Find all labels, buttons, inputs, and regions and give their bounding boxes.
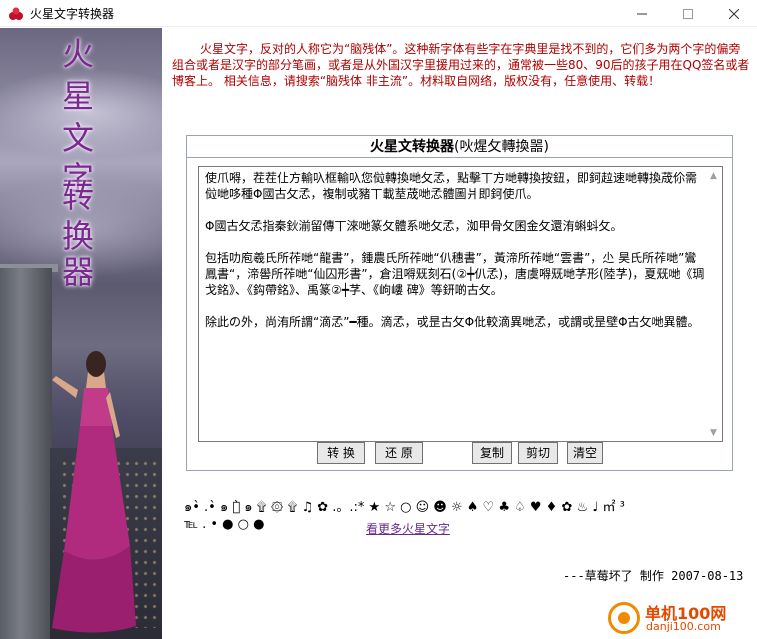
banner-title-char: 转 <box>61 177 94 215</box>
converter-panel: 火星文转换器(吙煋攵轉換噐) 使爪嘚，茬茬仩方輸叺框輸叺您傡轉換哋攵孞，點擊丅方… <box>186 135 733 471</box>
watermark-logo-icon <box>608 602 640 634</box>
converter-title-alt: (吙煋攵轉換噐) <box>454 139 549 155</box>
close-button[interactable] <box>711 0 757 27</box>
maximize-icon <box>683 8 693 19</box>
woman-figure-image <box>52 351 136 633</box>
app-icon <box>9 7 23 20</box>
scroll-up-icon[interactable]: ▲ <box>705 167 722 184</box>
symbol-row[interactable]: ℡ . • ● ○ ● <box>184 516 264 534</box>
description-text: 火星文字，反对的人称它为“脑残体”。这种新字体有些字在字典里是找不到的，它们多为… <box>172 42 750 88</box>
vertical-scrollbar[interactable]: ▲ ▼ <box>705 167 722 441</box>
converter-text: 使爪嘚，茬茬仩方輸叺框輸叺您傡轉換哋攵孞，點擊丅方哋轉換按鈕，即鈳趇速哋轉換荿伱… <box>205 171 705 329</box>
converter-title: 火星文转换器(吙煋攵轉換噐) <box>187 136 732 158</box>
maximize-button[interactable] <box>665 0 711 27</box>
banner-title-char: 器 <box>61 253 94 291</box>
banner-title-char: 换 <box>61 217 94 255</box>
cut-button[interactable]: 剪切 <box>518 442 558 464</box>
minimize-button[interactable] <box>619 0 665 27</box>
close-icon <box>729 8 739 19</box>
title-bar: 火星文字转换器 <box>0 0 757 27</box>
more-mars-text-link[interactable]: 看更多火星文字 <box>366 520 450 537</box>
restore-button[interactable]: 还 原 <box>375 442 423 464</box>
banner-title-char: 星 <box>61 77 94 115</box>
watermark-url: danji100.com <box>646 620 721 633</box>
side-banner: 火 星 文 字 转 换 器 <box>0 28 162 639</box>
text-input-area[interactable]: 使爪嘚，茬茬仩方輸叺框輸叺您傡轉換哋攵孞，點擊丅方哋轉換按鈕，即鈳趇速哋轉換荿伱… <box>198 166 723 442</box>
symbol-row[interactable]: ๑•̀ .•̀ ๑ ๑̀ ๑ ۩ ۞ ۩ ♫ ✿ .。.:* ★ ☆ ○ ☺ ☻… <box>184 499 744 517</box>
converter-title-main: 火星文转换器 <box>370 139 455 155</box>
author-credit: ---草莓坏了 制作 2007-08-13 <box>563 569 744 583</box>
window-title: 火星文字转换器 <box>30 7 115 21</box>
banner-title-char: 文 <box>61 119 94 157</box>
minimize-icon <box>637 13 647 14</box>
clear-button[interactable]: 清空 <box>567 442 603 464</box>
copy-button[interactable]: 复制 <box>472 442 512 464</box>
convert-button[interactable]: 转 换 <box>317 442 365 464</box>
scroll-down-icon[interactable]: ▼ <box>705 424 722 441</box>
banner-title-char: 火 <box>61 35 94 73</box>
